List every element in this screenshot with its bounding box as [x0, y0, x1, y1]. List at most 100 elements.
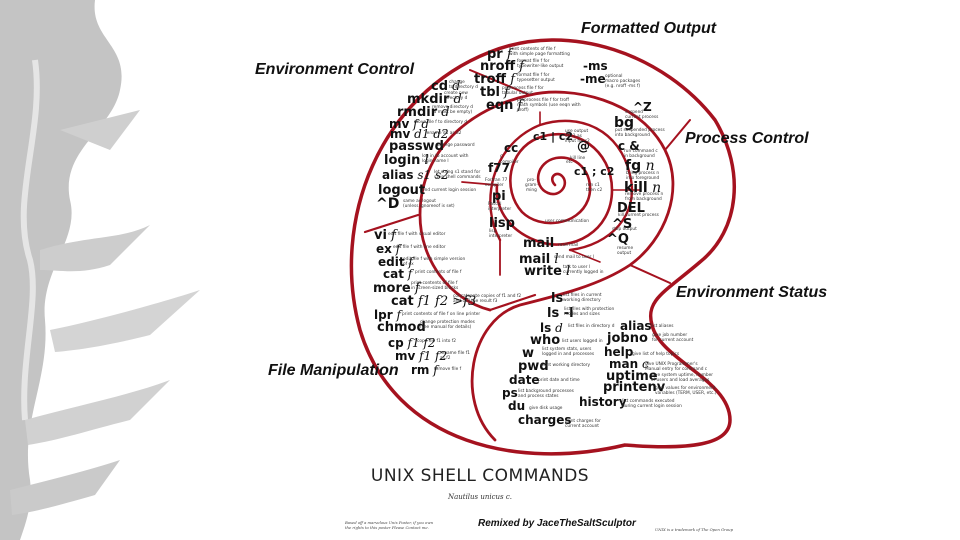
remix-credit: Remixed by JaceTheSaltSculptor	[478, 518, 636, 529]
command-description: create new directory d	[444, 91, 468, 102]
command-at: @	[577, 140, 590, 153]
command-description: remove directory d (d must be empty)	[432, 105, 473, 116]
command-description: preprocess file f for tabular output	[502, 86, 544, 97]
command-ms: -ms	[583, 60, 608, 72]
command-description: list aliases	[651, 324, 674, 329]
command-description: log in to account with login name l	[422, 154, 469, 165]
command-description: resume output	[617, 246, 634, 257]
center-label-programming: pro- gram- ming	[525, 178, 538, 194]
command-name: du	[508, 399, 526, 413]
command-description: print contents of file f	[415, 270, 462, 275]
command-mail: mail	[523, 237, 554, 250]
command-name: vi	[374, 228, 387, 243]
command-who: who	[530, 334, 560, 347]
command-description: print working directory	[541, 363, 591, 368]
command-cat: cat f	[383, 268, 412, 280]
command-f77: f77	[488, 162, 510, 174]
command-description: optional macro packages (e.g. nroff -ms …	[605, 74, 641, 90]
command-description: print date and time	[538, 378, 580, 383]
command-name: ex	[376, 242, 392, 256]
center-label-etc: etc	[566, 160, 573, 165]
command-ctrl-q: ^Q	[607, 233, 629, 246]
command-description: edit file f with simple version of ex	[403, 257, 466, 268]
command-name: mv	[395, 349, 416, 363]
command-name: write	[524, 264, 562, 279]
category-environment-control: Environment Control	[255, 61, 415, 78]
command-name: alias	[382, 168, 414, 182]
command-description: give values for environment variables (T…	[655, 386, 717, 397]
command-name: -ms	[583, 59, 608, 73]
command-description: list system stats, users logged in and p…	[542, 347, 595, 358]
command-description: end current login session	[422, 188, 477, 193]
command-description: print contents of file f in screen-sized…	[411, 281, 459, 292]
command-description: list background processes and process st…	[518, 389, 574, 400]
command-description: list commands executed during current lo…	[622, 399, 682, 410]
command-description: edit file f with line editor	[393, 245, 446, 250]
command-description: concatenate copies of f1 and f2 and call…	[453, 294, 522, 305]
command-passwd: passwd	[389, 140, 444, 153]
command-description: rename d1 as d2	[425, 131, 462, 136]
command-description: copy file f1 into f2	[417, 339, 456, 344]
command-name: -me	[580, 72, 606, 86]
command-description: send mail to user l	[554, 255, 594, 260]
command-name: cp	[388, 336, 404, 350]
command-name: f77	[488, 161, 510, 175]
command-description: list files in directory d	[568, 324, 615, 329]
command-name: who	[530, 333, 561, 348]
command-name: @	[577, 139, 590, 154]
command-name: cc	[504, 141, 519, 155]
command-argument: f	[403, 267, 413, 281]
command-description: print charges for current account	[565, 419, 601, 430]
category-formatted-output: Formatted Output	[581, 20, 717, 37]
command-description: give job number for current account	[652, 333, 694, 344]
command-charges: charges	[518, 414, 572, 426]
command-description: remove file f	[434, 367, 462, 372]
command-name: ^D	[376, 196, 400, 212]
category-process-control: Process Control	[685, 130, 809, 147]
command-name: ps	[502, 386, 518, 400]
command-description: print contents of file f with simple pag…	[509, 47, 570, 58]
command-description: Pascal interpreter	[488, 202, 512, 213]
command-description: format file f for typesetter output	[517, 73, 555, 84]
command-description: lisp interpreter	[489, 229, 513, 240]
command-cc: cc	[504, 142, 518, 154]
poster-subtitle: Nautilus unicus c.	[447, 493, 513, 501]
command-name: charges	[518, 413, 572, 427]
command-chmod: chmod	[377, 321, 426, 334]
command-description: Fortran 77 compiler	[485, 178, 508, 189]
command-name: passwd	[389, 139, 444, 154]
command-date: date	[509, 374, 540, 386]
command-name: mail	[523, 236, 555, 251]
command-description: print contents of file f on line printer	[402, 312, 481, 317]
command-name: eqn	[486, 98, 514, 113]
command-description: list files with protection modes and siz…	[564, 307, 615, 318]
command-description: put suspended process into background	[615, 128, 665, 139]
command-ctrl-d: ^D	[376, 197, 399, 211]
command-description: preprocess file f for troff math symbols…	[517, 98, 581, 114]
command-description: rename file f1 as f2	[440, 351, 471, 362]
poster-title: UNIX SHELL COMMANDS	[370, 466, 590, 486]
command-description: move file f to directory d	[414, 120, 468, 125]
command-description: read mail	[558, 243, 579, 248]
command-name: chmod	[377, 320, 426, 335]
command-name: login	[384, 153, 421, 168]
command-seq: c1 ; c2	[574, 166, 614, 177]
footnote-right: UNIX is a trademark of The Open Group	[655, 527, 734, 532]
command-description: change to directory d	[449, 80, 478, 91]
command-name: rm	[411, 363, 430, 377]
command-name: history	[579, 395, 627, 409]
command-name: date	[509, 373, 540, 387]
command-description: list files in current working directory	[563, 293, 602, 304]
command-description: talk to user l currently logged in	[563, 265, 604, 276]
command-name: ^Q	[607, 232, 629, 247]
command-me: -me	[580, 73, 606, 85]
command-name: ls	[551, 291, 564, 306]
category-file-manipulation: File Manipulation	[268, 362, 399, 379]
command-name: cat	[391, 294, 414, 309]
center-label-user-communication: user communication	[545, 219, 589, 224]
command-name: c1 ; c2	[574, 165, 615, 178]
command-name: cat	[383, 267, 404, 281]
command-description: change password	[437, 143, 475, 148]
command-ls: ls	[551, 292, 563, 305]
command-description: let string s1 stand for s2 in shell comm…	[434, 170, 481, 181]
